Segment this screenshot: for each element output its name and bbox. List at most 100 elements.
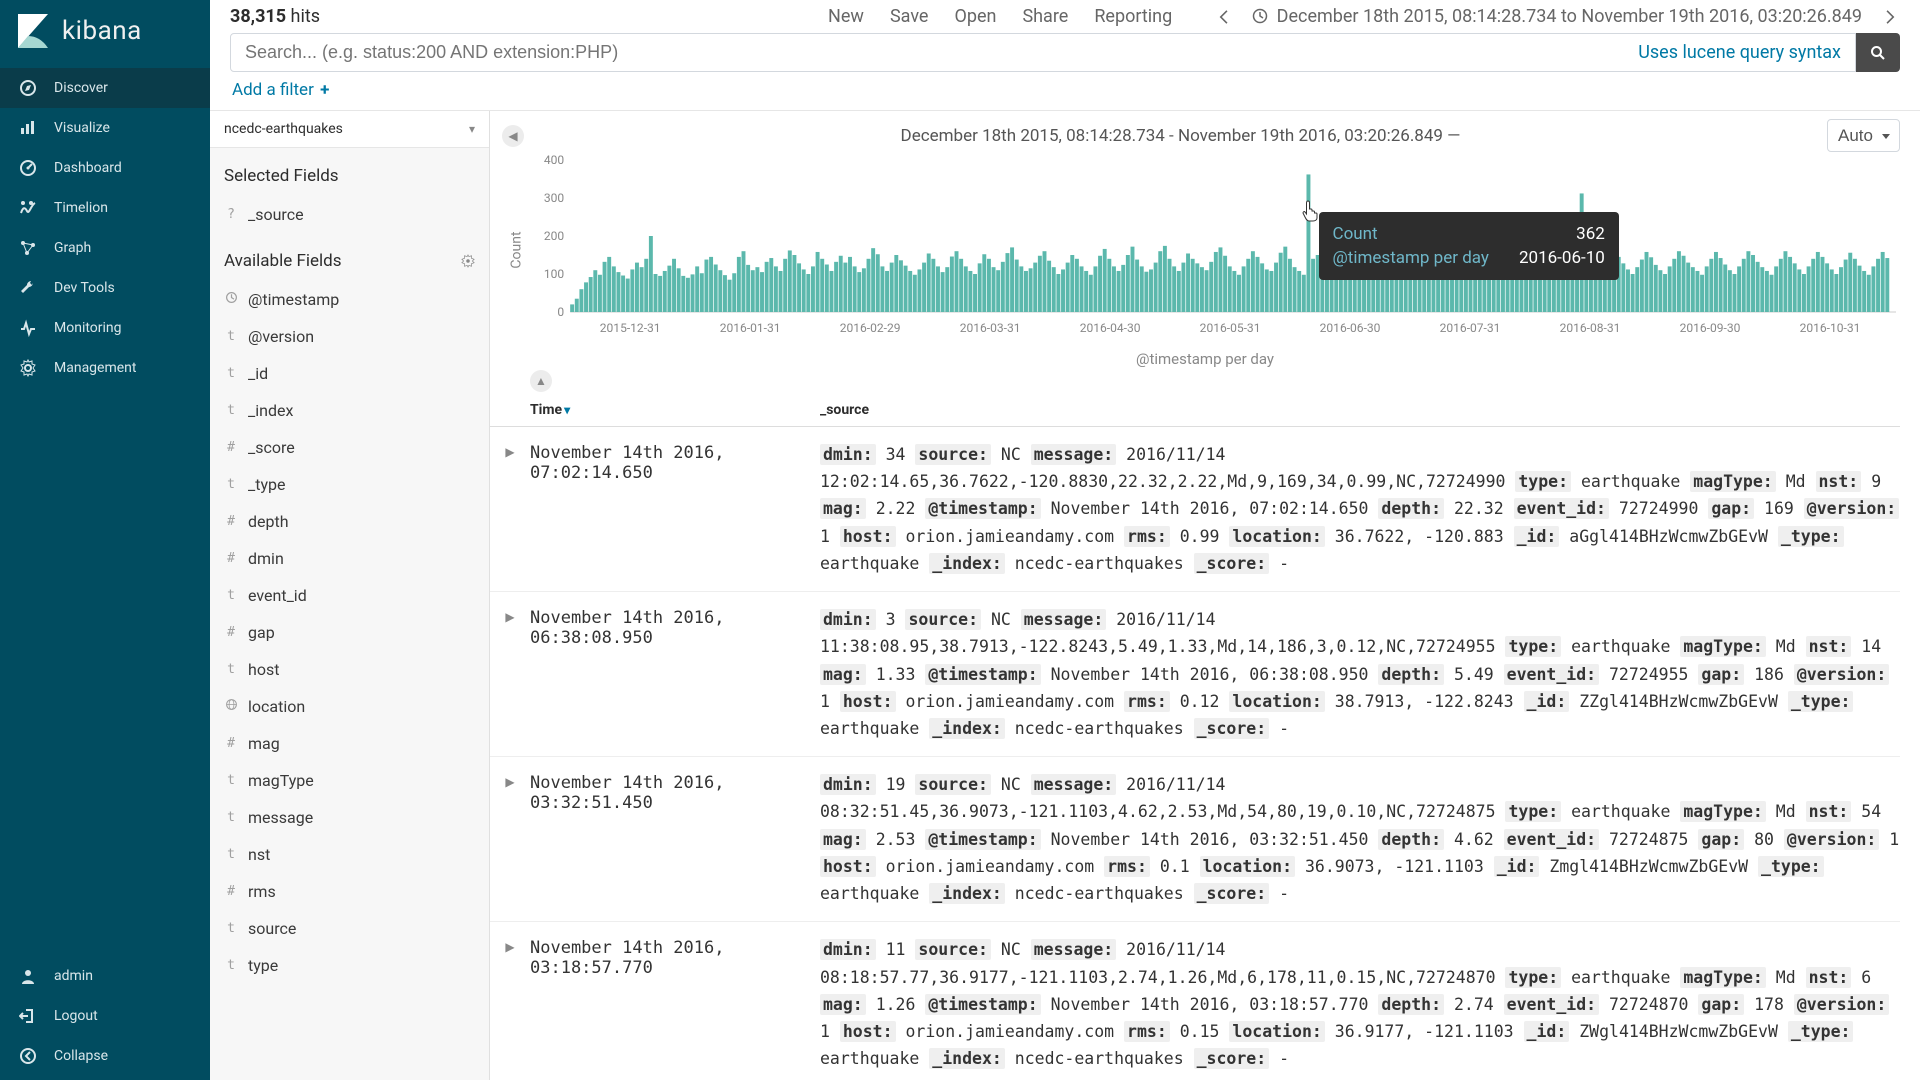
sidebar-item-discover[interactable]: Discover	[0, 68, 210, 108]
row-source: dmin: 3 source: NC message: 2016/11/14 1…	[820, 606, 1900, 742]
sidebar-item-graph[interactable]: Graph	[0, 228, 210, 268]
field-item-message[interactable]: tmessage	[210, 799, 489, 836]
svg-text:2016-07-31: 2016-07-31	[1440, 321, 1501, 335]
svg-text:2016-03-31: 2016-03-31	[960, 321, 1021, 335]
gear-icon[interactable]	[461, 254, 475, 268]
svg-text:2016-10-31: 2016-10-31	[1800, 321, 1861, 335]
field-item-source[interactable]: tsource	[210, 910, 489, 947]
field-item-depth[interactable]: # depth	[210, 503, 489, 540]
hits: 38,315 hits	[230, 6, 320, 27]
content: ◀ December 18th 2015, 08:14:28.734 - Nov…	[490, 111, 1920, 1080]
lucene-hint[interactable]: Uses lucene query syntax	[1638, 42, 1841, 63]
field-name: depth	[248, 512, 289, 531]
sidebar-item-logout[interactable]: Logout	[0, 996, 210, 1036]
pointer-cursor-icon	[1302, 200, 1320, 222]
field-name: @timestamp	[248, 290, 339, 309]
top-link-open[interactable]: Open	[950, 4, 1000, 29]
field-name: source	[248, 919, 296, 938]
field-item-id[interactable]: t_id	[210, 355, 489, 392]
expand-row-icon[interactable]: ▶	[490, 936, 530, 1072]
field-item-nst[interactable]: tnst	[210, 836, 489, 873]
field-item-score[interactable]: #_score	[210, 429, 489, 466]
collapse-up-icon[interactable]: ▲	[530, 370, 552, 392]
table-row: ▶November 14th 2016, 07:02:14.650dmin: 3…	[490, 427, 1900, 592]
sidebar-item-label: Monitoring	[54, 320, 122, 336]
field-item-source[interactable]: ?_source	[210, 196, 489, 233]
top-link-new[interactable]: New	[824, 4, 868, 29]
collapse-left-icon[interactable]: ◀	[502, 125, 524, 147]
svg-text:400: 400	[544, 153, 565, 167]
field-name: location	[248, 697, 305, 716]
field-item-timestamp[interactable]: @timestamp	[210, 281, 489, 318]
sidebar-item-timelion[interactable]: Timelion	[0, 188, 210, 228]
field-type-icon: ?	[224, 207, 238, 222]
field-name: _index	[248, 401, 293, 420]
row-timestamp: November 14th 2016, 07:02:14.650	[530, 441, 820, 577]
sidebar-item-management[interactable]: Management	[0, 348, 210, 388]
time-next-icon[interactable]	[1882, 8, 1900, 26]
index-pattern-label: ncedc-earthquakes	[224, 121, 343, 137]
time-range[interactable]: December 18th 2015, 08:14:28.734 to Nove…	[1252, 6, 1862, 27]
col-source[interactable]: _source	[820, 402, 1900, 418]
sidebar-item-label: admin	[54, 968, 93, 984]
search-button[interactable]	[1856, 33, 1900, 72]
brand-label: kibana	[62, 16, 142, 46]
field-item-type[interactable]: t_type	[210, 466, 489, 503]
expand-row-icon[interactable]: ▶	[490, 441, 530, 577]
field-item-eventid[interactable]: tevent_id	[210, 577, 489, 614]
graph-icon	[18, 239, 38, 257]
results-table: Time▾ _source ▶November 14th 2016, 07:02…	[490, 392, 1920, 1080]
sidebar-item-label: Graph	[54, 240, 91, 256]
field-item-host[interactable]: thost	[210, 651, 489, 688]
sidebar-item-label: Dashboard	[54, 160, 122, 176]
field-item-type[interactable]: ttype	[210, 947, 489, 984]
top-link-save[interactable]: Save	[886, 4, 933, 29]
expand-row-icon[interactable]: ▶	[490, 606, 530, 742]
field-type-icon	[224, 698, 238, 715]
add-filter[interactable]: Add a filter +	[232, 80, 329, 100]
row-timestamp: November 14th 2016, 06:38:08.950	[530, 606, 820, 742]
search-input[interactable]	[245, 42, 1203, 63]
sidebar-item-dashboard[interactable]: Dashboard	[0, 148, 210, 188]
histogram-chart[interactable]: 01002003004002015-12-312016-01-312016-02…	[530, 152, 1896, 342]
sidebar-item-visualize[interactable]: Visualize	[0, 108, 210, 148]
interval-select[interactable]: Auto	[1827, 119, 1900, 152]
svg-text:2016-02-29: 2016-02-29	[840, 321, 901, 335]
field-item-index[interactable]: t_index	[210, 392, 489, 429]
field-type-icon: t	[224, 477, 238, 492]
table-row: ▶November 14th 2016, 03:32:51.450dmin: 1…	[490, 757, 1900, 922]
row-source: dmin: 34 source: NC message: 2016/11/14 …	[820, 441, 1900, 577]
top-link-share[interactable]: Share	[1018, 4, 1072, 29]
sidebar-item-label: Collapse	[54, 1048, 108, 1064]
sidebar-item-monitoring[interactable]: Monitoring	[0, 308, 210, 348]
logo-row[interactable]: kibana	[0, 0, 210, 68]
sort-desc-icon: ▾	[564, 403, 570, 417]
sidebar-item-admin[interactable]: admin	[0, 956, 210, 996]
field-item-gap[interactable]: #gap	[210, 614, 489, 651]
field-item-mag[interactable]: #mag	[210, 725, 489, 762]
sidebar-item-dev-tools[interactable]: Dev Tools	[0, 268, 210, 308]
field-item-version[interactable]: t@version	[210, 318, 489, 355]
col-time[interactable]: Time▾	[530, 402, 820, 418]
management-icon	[18, 359, 38, 377]
clock-icon	[1252, 8, 1268, 24]
field-item-rms[interactable]: #rms	[210, 873, 489, 910]
field-item-location[interactable]: location	[210, 688, 489, 725]
visualize-icon	[18, 119, 38, 137]
index-pattern-select[interactable]: ncedc-earthquakes ▾	[210, 111, 489, 148]
field-name: nst	[248, 845, 270, 864]
caret-down-icon: ▾	[469, 122, 475, 136]
field-item-magType[interactable]: tmagType	[210, 762, 489, 799]
top-link-reporting[interactable]: Reporting	[1090, 4, 1176, 29]
sidebar-item-label: Management	[54, 360, 136, 376]
field-item-dmin[interactable]: #dmin	[210, 540, 489, 577]
expand-row-icon[interactable]: ▶	[490, 771, 530, 907]
searchbar[interactable]: Uses lucene query syntax	[230, 33, 1856, 72]
field-type-icon: #	[224, 514, 238, 529]
field-name: dmin	[248, 549, 284, 568]
collapse-icon	[18, 1047, 38, 1065]
sidebar-item-collapse[interactable]: Collapse	[0, 1036, 210, 1076]
time-prev-icon[interactable]	[1214, 8, 1232, 26]
field-type-icon: t	[224, 810, 238, 825]
chart-caption: December 18th 2015, 08:14:28.734 - Novem…	[544, 126, 1817, 146]
